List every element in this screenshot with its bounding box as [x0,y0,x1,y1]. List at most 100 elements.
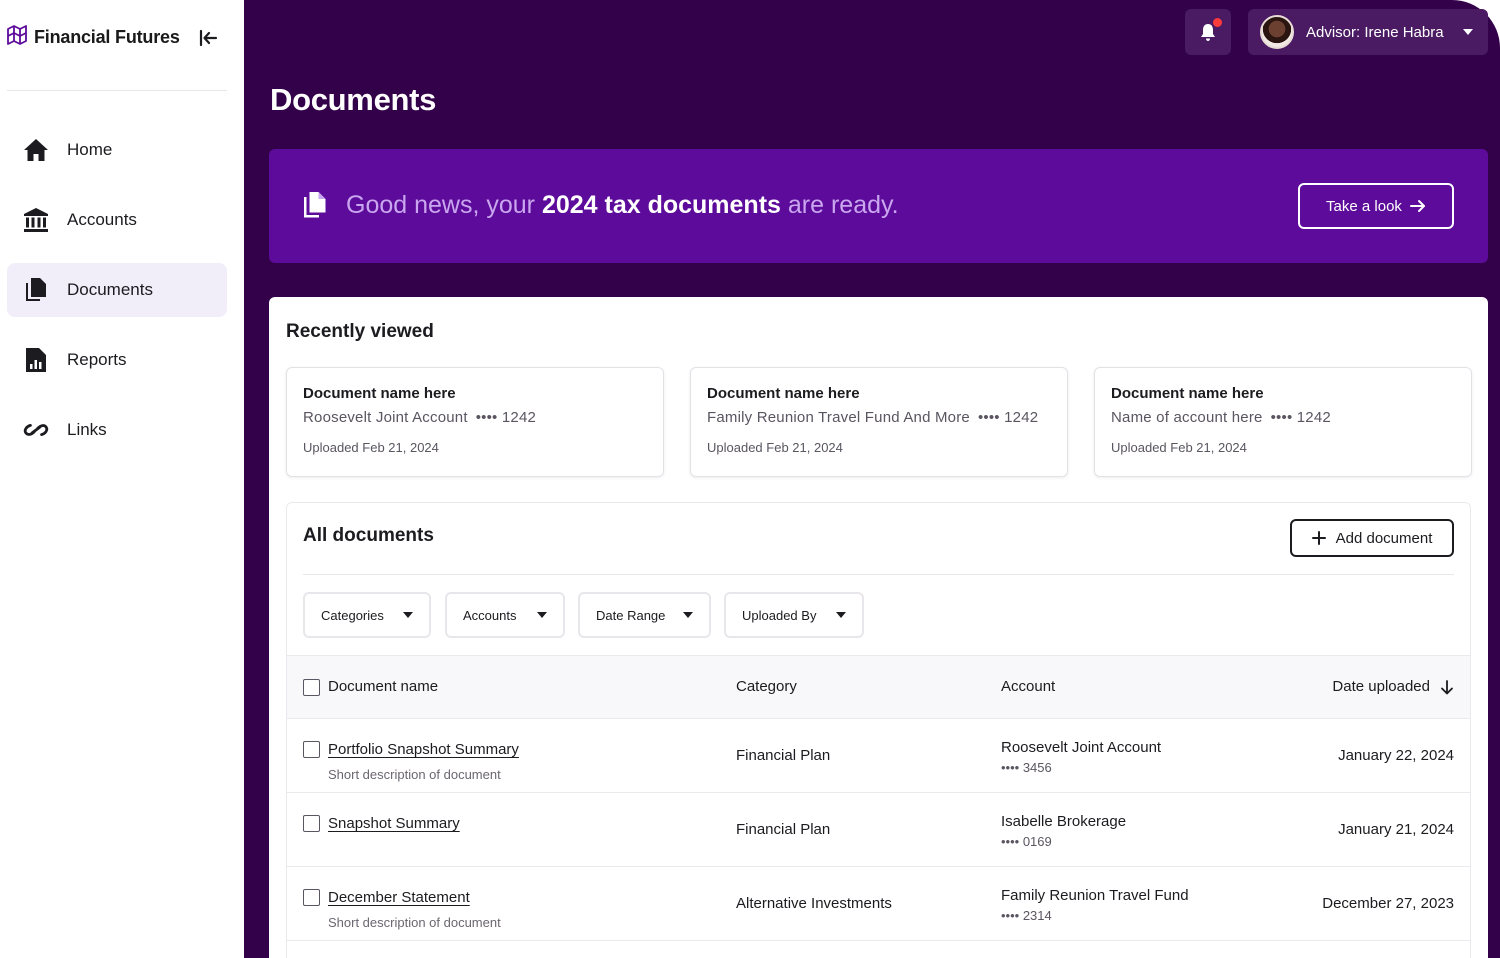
column-document-name[interactable]: Document name [328,678,438,695]
all-documents-section: All documents Add document Categories Ac… [286,502,1471,958]
table-row: Snapshot Summary Financial Plan Isabelle… [287,793,1470,867]
advisor-name: Advisor: Irene Habra [1306,23,1444,41]
recent-doc-account: Family Reunion Travel Fund And More •••• … [707,409,1051,426]
document-account: Family Reunion Travel Fund [1001,887,1189,904]
row-checkbox[interactable] [303,815,320,832]
all-documents-title: All documents [303,525,434,546]
row-checkbox[interactable] [303,889,320,906]
banner-text-bold: 2024 tax documents [541,191,781,219]
add-document-button[interactable]: Add document [1290,519,1454,557]
sort-arrow-down-icon[interactable] [1440,680,1454,695]
recent-document-card[interactable]: Document name here Name of account here •… [1094,367,1472,477]
filter-label: Categories [321,607,384,623]
recent-doc-account-name: Roosevelt Joint Account [303,409,468,426]
caret-down-icon [1462,29,1473,35]
sidebar-item-home[interactable]: Home [7,123,227,177]
recent-doc-name: Document name here [1111,385,1264,402]
main-content: Advisor: Irene Habra Documents Good news… [244,0,1500,958]
filter-accounts[interactable]: Accounts [445,592,565,638]
tax-documents-banner: Good news, your 2024 tax documents are r… [269,149,1488,263]
document-category: Financial Plan [736,821,831,838]
sidebar-item-accounts[interactable]: Accounts [7,193,227,247]
page-title: Documents [270,82,437,117]
recently-viewed-title: Recently viewed [286,321,434,342]
recent-doc-account-mask: •••• 1242 [977,409,1039,426]
recent-doc-account-mask: •••• 1242 [475,409,537,426]
document-link[interactable]: Portfolio Snapshot Summary [328,741,519,758]
banner-message: Good news, your 2024 tax documents are r… [346,191,899,220]
documents-icon [303,191,327,224]
link-icon [23,417,49,443]
filter-date-range[interactable]: Date Range [578,592,711,638]
plus-icon [1311,531,1326,545]
column-account[interactable]: Account [1001,678,1055,695]
column-date-uploaded[interactable]: Date uploaded [1332,678,1430,695]
table-row: Portfolio Snapshot Summary Short descrip… [287,719,1470,793]
sidebar-item-label: Links [67,420,107,439]
document-description: Short description of document [328,915,501,930]
filter-label: Uploaded By [742,607,817,623]
document-date: January 22, 2024 [1338,747,1454,764]
recent-doc-account-name: Name of account here [1111,409,1263,426]
row-checkbox[interactable] [303,741,320,758]
avatar [1260,15,1294,49]
document-link[interactable]: December Statement [328,889,470,906]
recent-doc-uploaded: Uploaded Feb 21, 2024 [303,440,439,455]
recent-document-card[interactable]: Document name here Family Reunion Travel… [690,367,1068,477]
sidebar-item-documents[interactable]: Documents [7,263,227,317]
brand[interactable]: Financial Futures [6,24,180,51]
document-account-mask: •••• 0169 [1001,834,1052,849]
banner-text-pre: Good news, your [346,191,542,219]
filter-label: Accounts [463,607,517,623]
add-document-label: Add document [1335,529,1433,547]
document-category: Financial Plan [736,747,831,764]
recent-doc-uploaded: Uploaded Feb 21, 2024 [1111,440,1247,455]
document-link[interactable]: Snapshot Summary [328,815,460,832]
document-account-mask: •••• 2314 [1001,908,1052,923]
recent-doc-account: Roosevelt Joint Account •••• 1242 [303,409,647,426]
notifications-button[interactable] [1185,9,1231,55]
sidebar-item-label: Accounts [67,210,137,229]
caret-down-icon [537,612,547,618]
arrow-right-icon [1409,200,1425,212]
caret-down-icon [836,612,846,618]
filter-uploaded-by[interactable]: Uploaded By [724,592,864,638]
bank-icon [23,207,49,233]
sidebar-item-label: Documents [67,280,153,299]
sidebar-item-label: Reports [67,350,127,369]
table-header: Document name Category Account Date uplo… [287,655,1470,719]
recent-doc-account: Name of account here •••• 1242 [1111,409,1455,426]
column-category[interactable]: Category [736,678,797,695]
sidebar: Financial Futures Home Accounts Document… [0,0,244,958]
document-date: December 27, 2023 [1322,895,1454,912]
take-a-look-label: Take a look [1326,197,1402,215]
recent-doc-account-mask: •••• 1242 [1270,409,1331,426]
select-all-checkbox[interactable] [303,679,320,696]
brand-name: Financial Futures [34,27,180,47]
section-divider [303,574,1454,575]
recent-document-card[interactable]: Document name here Roosevelt Joint Accou… [286,367,664,477]
sidebar-item-label: Home [67,140,113,159]
take-a-look-button[interactable]: Take a look [1298,183,1454,229]
sidebar-divider [7,90,227,91]
notification-dot [1213,18,1222,27]
document-date: January 21, 2024 [1338,821,1454,838]
recent-doc-uploaded: Uploaded Feb 21, 2024 [707,440,843,455]
caret-down-icon [683,612,693,618]
advisor-menu[interactable]: Advisor: Irene Habra [1248,9,1488,55]
table-row: December Statement Short description of … [287,867,1470,941]
collapse-left-icon [199,29,218,47]
caret-down-icon [403,612,413,618]
document-account: Roosevelt Joint Account [1001,739,1162,756]
brand-logo-icon [6,24,28,51]
filter-label: Date Range [596,607,666,623]
collapse-sidebar-button[interactable] [196,26,220,50]
sidebar-item-links[interactable]: Links [7,403,227,457]
document-category: Alternative Investments [736,895,892,912]
recent-doc-name: Document name here [707,385,860,402]
sidebar-item-reports[interactable]: Reports [7,333,227,387]
recent-doc-name: Document name here [303,385,456,402]
filter-categories[interactable]: Categories [303,592,431,638]
sidebar-nav: Home Accounts Documents Reports Links [7,123,227,473]
document-description: Short description of document [328,767,501,782]
